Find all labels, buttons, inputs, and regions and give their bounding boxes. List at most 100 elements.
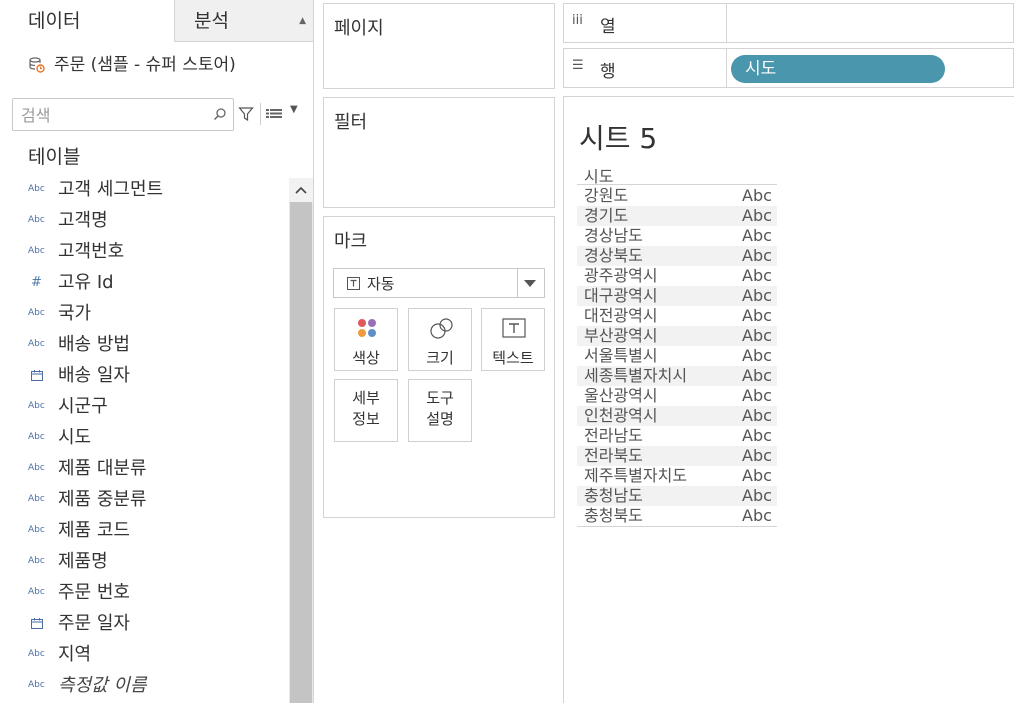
filters-card[interactable]: 필터 [323, 97, 555, 208]
row-header[interactable]: 광주광역시 [584, 266, 658, 286]
field-item[interactable]: Abc 국가 [0, 298, 289, 329]
cell-value[interactable]: Abc [742, 306, 772, 326]
cell-value[interactable]: Abc [742, 246, 772, 266]
tooltip-button[interactable]: 도구 설명 [408, 379, 472, 442]
table-row[interactable]: 충청북도 Abc [577, 506, 777, 526]
search-box[interactable] [12, 98, 234, 131]
updown-arrows-icon[interactable]: ▲ [299, 0, 306, 42]
color-button[interactable]: 색상 [334, 308, 398, 371]
tab-data[interactable]: 데이터 [0, 0, 174, 42]
table-row[interactable]: 충청남도 Abc [577, 486, 777, 506]
table-row[interactable]: 경상남도 Abc [577, 226, 777, 246]
row-header[interactable]: 경상남도 [584, 226, 643, 246]
field-item[interactable]: Abc 제품 코드 [0, 515, 289, 546]
row-header[interactable]: 대전광역시 [584, 306, 658, 326]
field-item[interactable]: Abc 시군구 [0, 391, 289, 422]
scroll-up-icon[interactable] [289, 178, 313, 202]
mark-type-select[interactable]: 자동 [333, 268, 545, 298]
cell-value[interactable]: Abc [742, 486, 772, 506]
pages-card[interactable]: 페이지 [323, 3, 555, 89]
row-header[interactable]: 인천광역시 [584, 406, 658, 426]
abc-icon: Abc [28, 339, 45, 349]
cell-value[interactable]: Abc [742, 186, 772, 206]
row-header[interactable]: 강원도 [584, 186, 628, 206]
table-row[interactable]: 경기도 Abc [577, 206, 777, 226]
table-row[interactable]: 전라남도 Abc [577, 426, 777, 446]
column-header-sido[interactable]: 시도 [584, 163, 613, 187]
cell-value[interactable]: Abc [742, 446, 772, 466]
sheet-view[interactable]: 시트 5 시도 강원도 Abc 경기도 Abc 경상남도 Abc 경상북도 Abc 광주광역시 A… [563, 96, 1014, 703]
filter-icon[interactable] [238, 106, 254, 122]
table-row[interactable]: 부산광역시 Abc [577, 326, 777, 346]
cell-value[interactable]: Abc [742, 286, 772, 306]
field-item[interactable]: Abc 지역 [0, 639, 289, 670]
table-row[interactable]: 인천광역시 Abc [577, 406, 777, 426]
row-header[interactable]: 부산광역시 [584, 326, 658, 346]
table-row[interactable]: 전라북도 Abc [577, 446, 777, 466]
row-header[interactable]: 충청남도 [584, 486, 643, 506]
row-header[interactable]: 서울특별시 [584, 346, 658, 366]
row-header[interactable]: 경기도 [584, 206, 628, 226]
cell-value[interactable]: Abc [742, 266, 772, 286]
row-header[interactable]: 울산광역시 [584, 386, 658, 406]
cell-value[interactable]: Abc [742, 206, 772, 226]
field-item[interactable]: Abc 측정값 이름 [0, 670, 289, 701]
cell-value[interactable]: Abc [742, 386, 772, 406]
table-row[interactable]: 경상북도 Abc [577, 246, 777, 266]
text-button[interactable]: 텍스트 [481, 308, 545, 371]
columns-shelf[interactable]: iii 열 [563, 3, 1014, 43]
search-icon[interactable] [213, 107, 227, 121]
mark-type-dropdown[interactable] [517, 269, 544, 297]
cell-value[interactable]: Abc [742, 346, 772, 366]
table-row[interactable]: 울산광역시 Abc [577, 386, 777, 406]
columns-icon: iii [572, 13, 583, 28]
row-header[interactable]: 대구광역시 [584, 286, 658, 306]
datasource[interactable]: 주문 (샘플 - 슈퍼 스토어) [28, 52, 236, 78]
field-item[interactable]: Abc 제품 중분류 [0, 484, 289, 515]
field-item[interactable]: Abc 제품 대분류 [0, 453, 289, 484]
table-row[interactable]: 대전광역시 Abc [577, 306, 777, 326]
table-row[interactable]: 서울특별시 Abc [577, 346, 777, 366]
field-item[interactable]: Abc 배송 방법 [0, 329, 289, 360]
cell-value[interactable]: Abc [742, 506, 772, 526]
rows-shelf[interactable]: ☰ 행 시도 [563, 48, 1014, 88]
field-item[interactable]: Abc 주문 번호 [0, 577, 289, 608]
search-input[interactable] [21, 103, 206, 127]
field-item[interactable]: Abc 제품명 [0, 546, 289, 577]
tab-analysis[interactable]: 분석 ▲ [174, 0, 313, 42]
row-header[interactable]: 경상북도 [584, 246, 643, 266]
scrollbar[interactable] [289, 178, 313, 703]
detail-button[interactable]: 세부 정보 [334, 379, 398, 442]
row-header[interactable]: 전라남도 [584, 426, 643, 446]
field-item[interactable]: 배송 일자 [0, 360, 289, 391]
field-item[interactable]: # 고유 Id [0, 267, 289, 298]
row-header[interactable]: 제주특별자치도 [584, 466, 687, 486]
number-icon: # [31, 275, 42, 290]
list-view-icon[interactable] [266, 109, 282, 121]
table-row[interactable]: 광주광역시 Abc [577, 266, 777, 286]
field-item[interactable]: Abc 고객명 [0, 205, 289, 236]
table-row[interactable]: 세종특별자치시 Abc [577, 366, 777, 386]
field-item[interactable]: Abc 고객번호 [0, 236, 289, 267]
field-item[interactable]: Abc 시도 [0, 422, 289, 453]
row-header[interactable]: 충청북도 [584, 506, 643, 526]
cell-value[interactable]: Abc [742, 366, 772, 386]
size-button[interactable]: 크기 [408, 308, 472, 371]
tab-analysis-label: 분석 [194, 10, 229, 32]
row-header[interactable]: 세종특별자치시 [584, 366, 687, 386]
cell-value[interactable]: Abc [742, 426, 772, 446]
table-row[interactable]: 대구광역시 Abc [577, 286, 777, 306]
cell-value[interactable]: Abc [742, 466, 772, 486]
scroll-thumb[interactable] [290, 202, 312, 703]
chevron-down-icon[interactable]: ▼ [290, 104, 298, 115]
cell-value[interactable]: Abc [742, 326, 772, 346]
cell-value[interactable]: Abc [742, 406, 772, 426]
mark-type-label: 자동 [367, 275, 395, 293]
table-row[interactable]: 강원도 Abc [577, 186, 777, 206]
row-header[interactable]: 전라북도 [584, 446, 643, 466]
field-item[interactable]: Abc 고객 세그먼트 [0, 174, 289, 205]
cell-value[interactable]: Abc [742, 226, 772, 246]
field-item[interactable]: 주문 일자 [0, 608, 289, 639]
rows-pill-sido[interactable]: 시도 [731, 55, 945, 83]
table-row[interactable]: 제주특별자치도 Abc [577, 466, 777, 486]
